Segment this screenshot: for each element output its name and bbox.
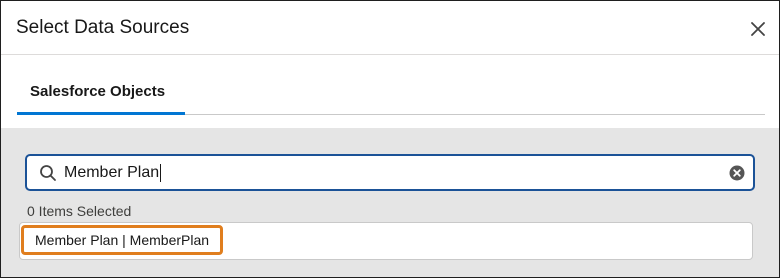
items-selected-count: 0 Items Selected bbox=[27, 203, 132, 219]
select-data-sources-modal: Select Data Sources Salesforce Objects M… bbox=[0, 0, 780, 278]
tab-salesforce-objects[interactable]: Salesforce Objects bbox=[17, 55, 185, 115]
clear-icon[interactable] bbox=[729, 165, 745, 181]
tab-bar: Salesforce Objects bbox=[17, 55, 765, 115]
close-icon bbox=[751, 22, 765, 36]
tab-label: Salesforce Objects bbox=[30, 83, 166, 100]
modal-title: Select Data Sources bbox=[16, 17, 190, 38]
result-list: Member Plan | MemberPlan bbox=[19, 222, 753, 260]
list-item-label: Member Plan | MemberPlan bbox=[35, 232, 210, 248]
modal-header: Select Data Sources bbox=[1, 1, 779, 55]
list-item[interactable]: Member Plan | MemberPlan bbox=[21, 225, 223, 255]
search-input[interactable]: Member Plan bbox=[25, 154, 755, 191]
active-tab-indicator bbox=[17, 112, 185, 115]
search-input-value: Member Plan bbox=[64, 164, 162, 182]
close-button[interactable] bbox=[747, 18, 769, 40]
content-panel: Member Plan 0 Items Selected Member Plan… bbox=[1, 128, 779, 277]
search-text: Member Plan bbox=[64, 164, 160, 181]
text-cursor bbox=[160, 164, 162, 182]
search-icon bbox=[40, 165, 56, 181]
